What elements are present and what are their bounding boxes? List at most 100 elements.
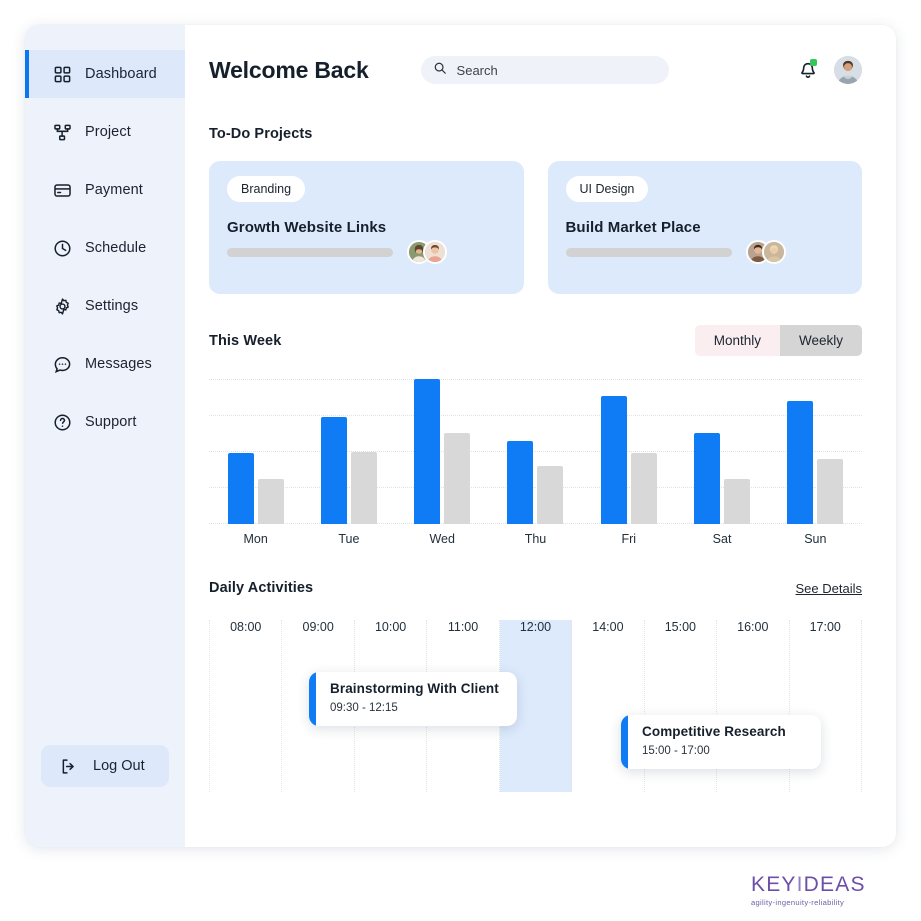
see-details-link[interactable]: See Details bbox=[796, 581, 862, 596]
logout-label: Log Out bbox=[93, 758, 145, 774]
member-avatar-stack bbox=[407, 240, 447, 264]
timeline-hour-label: 12:00 bbox=[519, 620, 552, 634]
todo-card-chip: UI Design bbox=[565, 176, 649, 202]
chart-x-label: Fri bbox=[621, 532, 637, 546]
member-avatar-stack bbox=[745, 240, 786, 264]
todo-card-title: Growth Website Links bbox=[227, 219, 387, 236]
topbar-actions bbox=[798, 56, 862, 84]
todo-card[interactable]: Branding Growth Website Links bbox=[209, 161, 524, 294]
chart-bar bbox=[630, 452, 657, 524]
chart-x-label: Mon bbox=[243, 532, 268, 546]
sidebar-item-label: Schedule bbox=[85, 240, 147, 256]
chart-bar-group bbox=[769, 379, 862, 524]
sidebar-item-project[interactable]: Project bbox=[25, 108, 185, 156]
logo-text-mid: I bbox=[796, 873, 804, 896]
sidebar-item-messages[interactable]: Messages bbox=[25, 340, 185, 388]
todo-card-list: Branding Growth Website Links UI Design … bbox=[209, 161, 862, 294]
event-accent-bar bbox=[309, 672, 316, 726]
search-icon bbox=[433, 61, 447, 80]
event-time: 09:30 - 12:15 bbox=[330, 702, 398, 714]
grid-icon bbox=[53, 65, 72, 84]
chart-bar-group bbox=[675, 379, 768, 524]
sidebar-item-payment[interactable]: Payment bbox=[25, 166, 185, 214]
sidebar-item-support[interactable]: Support bbox=[25, 398, 185, 446]
avatar[interactable] bbox=[834, 56, 862, 84]
event-accent-bar bbox=[621, 715, 628, 769]
topbar: Welcome Back bbox=[209, 47, 862, 93]
week-title: This Week bbox=[209, 332, 282, 349]
sitemap-icon bbox=[53, 123, 72, 142]
chart-plot-area bbox=[209, 379, 862, 524]
toggle-monthly[interactable]: Monthly bbox=[694, 325, 780, 356]
weekly-bar-chart: Mon Tue Wed Thu Fri Sat Sun bbox=[209, 379, 862, 546]
sidebar-item-settings[interactable]: Settings bbox=[25, 282, 185, 330]
daily-section-header: Daily Activities See Details bbox=[209, 580, 862, 596]
event-body: Competitive Research 15:00 - 17:00 bbox=[628, 715, 804, 769]
timeline-hour-label: 10:00 bbox=[374, 620, 407, 634]
avatar[interactable] bbox=[423, 240, 447, 264]
keyideas-logo: KEYIDEAS agility-ingenuity-reliability bbox=[751, 874, 897, 907]
event-title: Brainstorming With Client bbox=[330, 681, 499, 696]
sidebar-item-dashboard[interactable]: Dashboard bbox=[25, 50, 185, 98]
chart-bar bbox=[227, 452, 254, 524]
todo-card-footer bbox=[565, 240, 845, 264]
chart-bar bbox=[414, 379, 441, 524]
event-time: 15:00 - 17:00 bbox=[642, 745, 710, 757]
chart-bar bbox=[724, 479, 751, 524]
search-input[interactable] bbox=[456, 62, 657, 78]
chart-x-label: Thu bbox=[524, 532, 547, 546]
todo-section-header: To-Do Projects bbox=[209, 126, 862, 142]
todo-card-title: Build Market Place bbox=[565, 219, 701, 236]
chat-bubble-icon bbox=[53, 355, 72, 374]
chart-bar bbox=[444, 432, 471, 524]
timeline-event[interactable]: Competitive Research 15:00 - 17:00 bbox=[621, 715, 821, 769]
gear-icon bbox=[53, 297, 72, 316]
logo-tagline: agility-ingenuity-reliability bbox=[751, 898, 845, 907]
chart-bar-group bbox=[489, 379, 582, 524]
sidebar-item-schedule[interactable]: Schedule bbox=[25, 224, 185, 272]
notification-bell-button[interactable] bbox=[798, 59, 818, 81]
sidebar-item-label: Project bbox=[85, 124, 131, 140]
chart-bar-group bbox=[209, 379, 302, 524]
timeline-hour-label: 17:00 bbox=[809, 620, 841, 634]
todo-card[interactable]: UI Design Build Market Place bbox=[547, 161, 862, 294]
logo-wordmark: KEYIDEAS bbox=[751, 874, 897, 895]
chart-bar bbox=[257, 479, 284, 524]
timeline-event[interactable]: Brainstorming With Client 09:30 - 12:15 bbox=[309, 672, 517, 726]
chart-range-toggle: Monthly Weekly bbox=[694, 325, 862, 356]
chart-bar-group bbox=[396, 379, 489, 524]
logout-icon bbox=[59, 757, 78, 776]
timeline-hour-column[interactable]: 08:00 bbox=[209, 620, 283, 792]
sidebar-item-label: Payment bbox=[85, 182, 143, 198]
page-title: Welcome Back bbox=[209, 56, 369, 83]
event-title: Competitive Research bbox=[642, 724, 786, 739]
chart-bar bbox=[320, 416, 347, 524]
sidebar-nav: Dashboard Project Payment Schedule Setti… bbox=[25, 50, 185, 446]
logo-text-a: KEY bbox=[751, 873, 797, 896]
logout-button[interactable]: Log Out bbox=[41, 745, 169, 787]
chart-x-axis-labels: Mon Tue Wed Thu Fri Sat Sun bbox=[209, 532, 862, 546]
todo-title: To-Do Projects bbox=[209, 126, 313, 142]
chart-bar bbox=[537, 466, 564, 524]
progress-bar bbox=[565, 247, 732, 257]
chart-bar bbox=[507, 441, 534, 524]
main-content: Welcome Back Search To-Do Projects Brand… bbox=[185, 25, 896, 847]
chart-bar-groups bbox=[209, 379, 862, 524]
chart-bar bbox=[694, 432, 721, 524]
sidebar-item-label: Messages bbox=[85, 356, 152, 372]
avatar[interactable] bbox=[761, 240, 786, 264]
chart-x-label: Wed bbox=[429, 532, 455, 546]
toggle-weekly[interactable]: Weekly bbox=[779, 325, 862, 356]
credit-card-icon bbox=[53, 181, 72, 200]
logo-text-b: DEAS bbox=[803, 873, 866, 896]
todo-card-chip: Branding bbox=[227, 176, 306, 202]
search-bar[interactable] bbox=[420, 56, 669, 84]
chart-bar-group bbox=[302, 379, 395, 524]
daily-title: Daily Activities bbox=[209, 580, 314, 596]
event-body: Brainstorming With Client 09:30 - 12:15 bbox=[316, 672, 517, 726]
